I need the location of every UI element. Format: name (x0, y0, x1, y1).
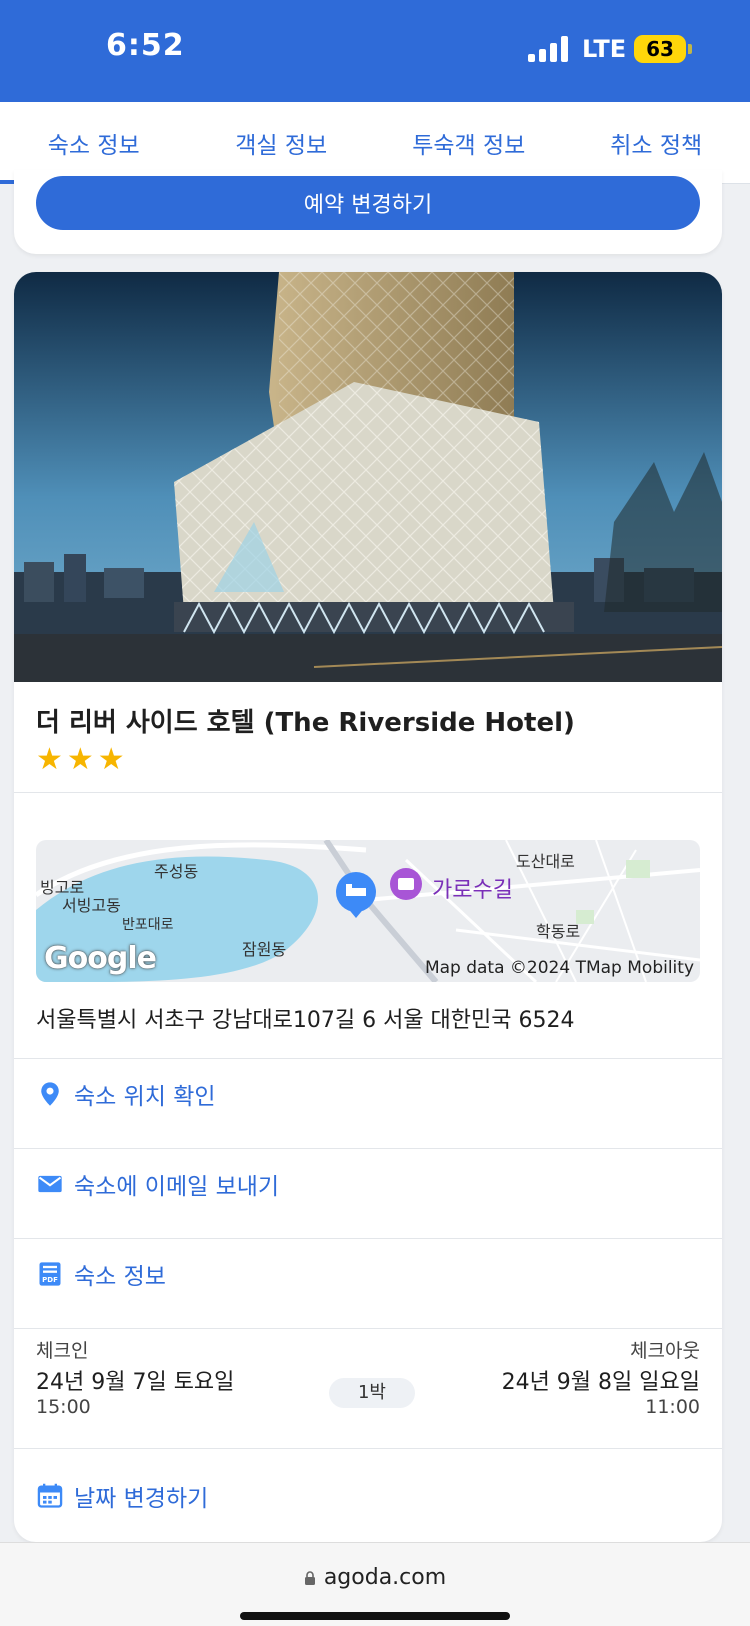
divider (14, 1328, 722, 1329)
change-dates-link[interactable]: 날짜 변경하기 (36, 1448, 208, 1542)
battery-tip (688, 44, 692, 54)
star-rating: ★★★ (36, 742, 129, 777)
view-location-label: 숙소 위치 확인 (74, 1084, 216, 1110)
svg-text:PDF: PDF (42, 1276, 58, 1284)
battery-icon: 63 (634, 35, 686, 63)
checkin-label: 체크인 (36, 1340, 89, 1362)
calendar-icon (37, 1483, 63, 1508)
google-logo: Google (44, 941, 157, 976)
checkout-time: 11:00 (645, 1396, 700, 1418)
map-attribution: Map data ©2024 TMap Mobility (424, 958, 694, 978)
pdf-icon: PDF (39, 1262, 61, 1286)
change-dates-label: 날짜 변경하기 (74, 1486, 209, 1512)
booking-card: 예약 변경하기 (14, 170, 722, 254)
checkin-time: 15:00 (36, 1396, 91, 1418)
hotel-address: 서울특별시 서초구 강남대로107길 6 서울 대한민국 6524 (36, 1008, 575, 1033)
signal-icon (528, 36, 570, 62)
change-booking-button[interactable]: 예약 변경하기 (36, 176, 700, 230)
map-label: 서빙고동 (62, 896, 121, 915)
location-pin-icon (41, 1082, 59, 1106)
lock-icon (304, 1571, 315, 1585)
hotel-photo (14, 272, 722, 682)
property-info-link[interactable]: PDF 숙소 정보 (36, 1228, 166, 1320)
map-label: 도산대로 (516, 852, 575, 871)
checkout-label: 체크아웃 (630, 1340, 700, 1362)
view-location-link[interactable]: 숙소 위치 확인 (36, 1048, 216, 1140)
network-type: LTE (582, 35, 627, 63)
email-property-link[interactable]: 숙소에 이메일 보내기 (36, 1138, 279, 1230)
map-label: 학동로 (536, 922, 581, 941)
map-label: 반포대로 (122, 917, 174, 933)
hotel-card: 더 리버 사이드 호텔 (The Riverside Hotel) ★★★ 빙고… (14, 272, 722, 1542)
hotel-name: 더 리버 사이드 호텔 (The Riverside Hotel) (36, 708, 575, 738)
url-text: agoda.com (323, 1565, 447, 1590)
email-property-label: 숙소에 이메일 보내기 (74, 1174, 280, 1200)
divider (14, 792, 722, 793)
map-label: 잠원동 (242, 940, 287, 959)
status-time: 6:52 (106, 28, 185, 63)
property-info-label: 숙소 정보 (74, 1264, 166, 1290)
nights-badge: 1박 (329, 1378, 415, 1408)
home-indicator[interactable] (240, 1612, 510, 1620)
checkin-date: 24년 9월 7일 토요일 (36, 1370, 235, 1395)
map-label: 주성동 (154, 862, 199, 881)
envelope-icon (38, 1175, 62, 1193)
url-display[interactable]: agoda.com (0, 1565, 750, 1590)
checkout-date: 24년 9월 8일 일요일 (501, 1370, 700, 1395)
map-preview[interactable]: 빙고로 주성동 서빙고동 도산대로 가로수길 학동로 잠원동 반포대로 Goog… (36, 840, 700, 982)
map-poi-label: 가로수길 (432, 878, 513, 903)
status-bar: 6:52 LTE 63 (0, 0, 750, 102)
